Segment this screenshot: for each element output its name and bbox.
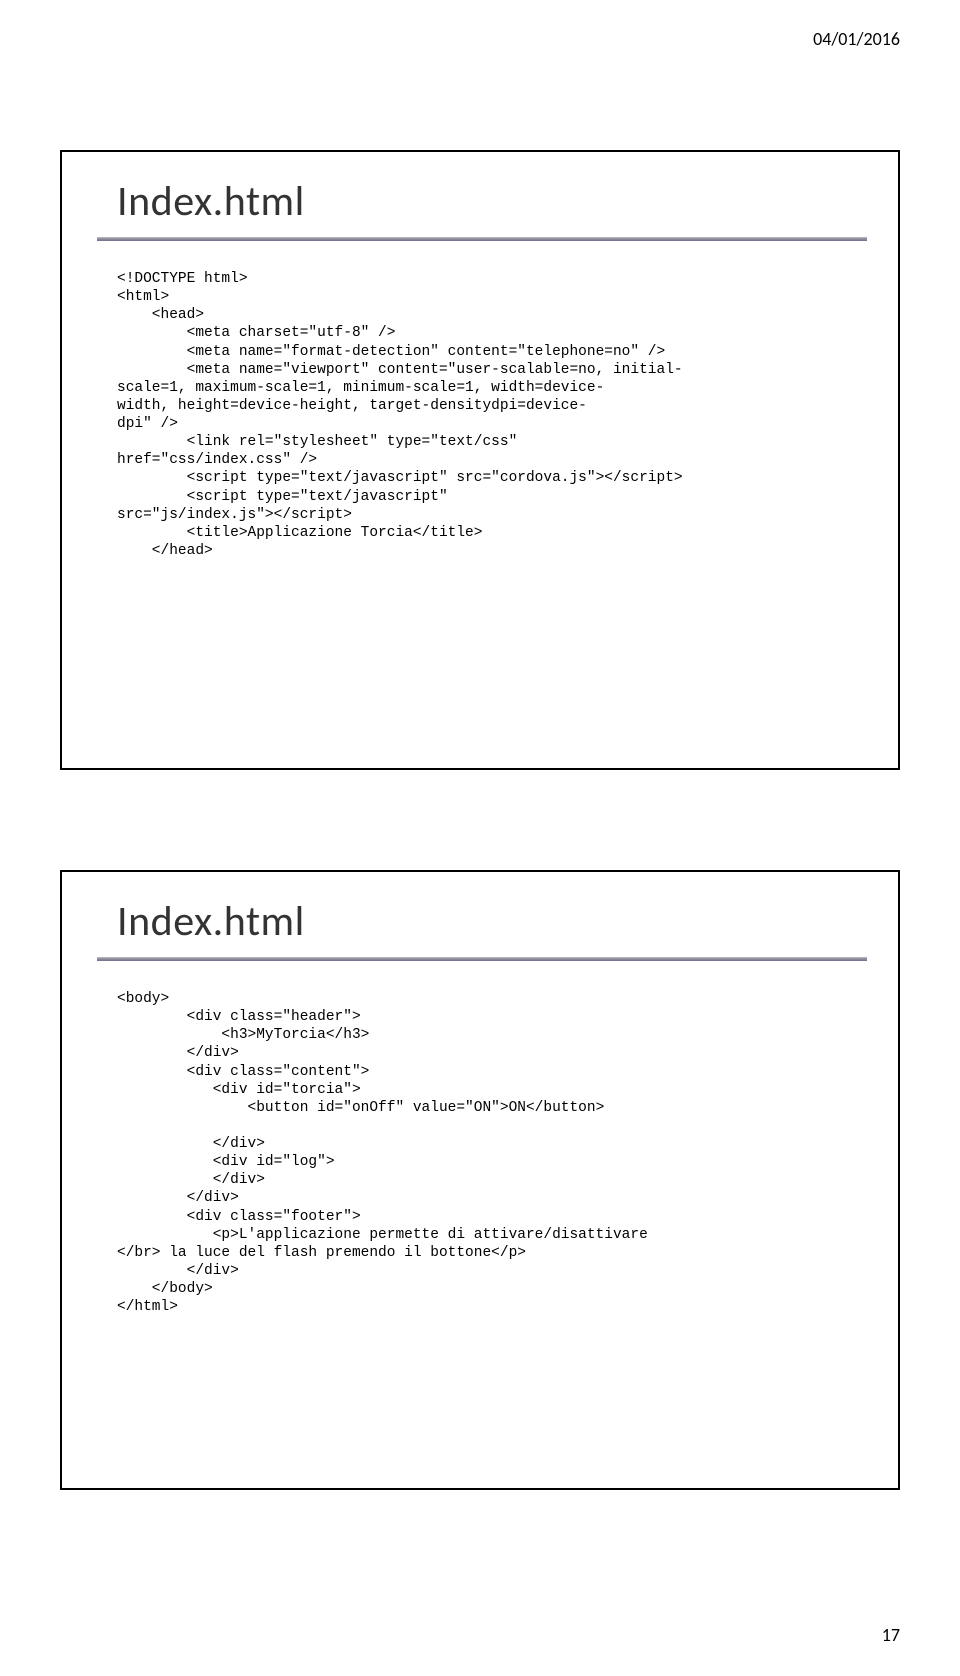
slide-title-1: Index.html: [117, 176, 305, 227]
title-divider-2: [97, 957, 867, 961]
slide-box-2: Index.html <body> <div class="header"> <…: [60, 870, 900, 1490]
code-block-2: <body> <div class="header"> <h3>MyTorcia…: [117, 990, 858, 1316]
code-block-1: <!DOCTYPE html> <html> <head> <meta char…: [117, 270, 858, 560]
slide-title-2: Index.html: [117, 896, 305, 947]
page-number: 17: [882, 1624, 900, 1646]
page-date: 04/01/2016: [813, 28, 900, 50]
slide-box-1: Index.html <!DOCTYPE html> <html> <head>…: [60, 150, 900, 770]
title-divider-1: [97, 237, 867, 241]
